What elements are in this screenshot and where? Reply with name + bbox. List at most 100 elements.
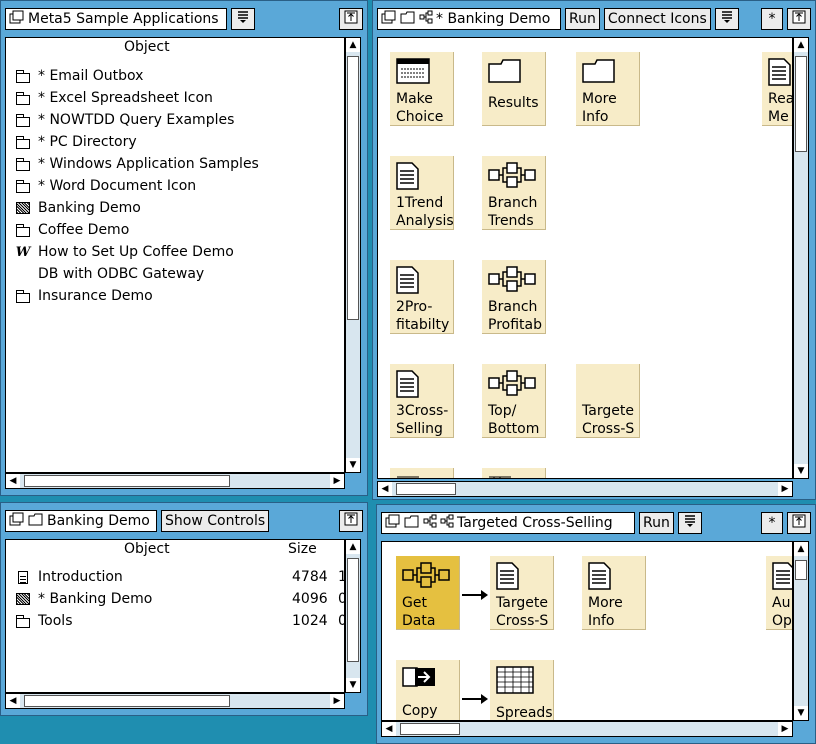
show-controls-button[interactable]: Show Controls	[161, 510, 270, 532]
document-icon	[772, 562, 792, 594]
connector-arrow	[462, 694, 488, 704]
folder-icon	[12, 289, 34, 303]
menu-button[interactable]	[677, 512, 702, 534]
list-item[interactable]: * Windows Application Samples	[12, 153, 259, 175]
column-header-size[interactable]: Size	[288, 541, 317, 557]
scroll-right-arrow-icon[interactable]: ▶	[778, 482, 792, 496]
scroll-thumb[interactable]	[795, 56, 807, 152]
list-item[interactable]: Insurance Demo	[12, 285, 153, 307]
maximize-icon	[344, 512, 358, 530]
tile-make-choice[interactable]: Make Choice	[390, 52, 454, 126]
tile-profitability[interactable]: 2Pro- fitabilty	[390, 260, 454, 334]
tile-branch-profitab[interactable]: Branch Profitab	[482, 260, 546, 334]
tile-more-info[interactable]: More Info	[576, 52, 640, 126]
window-title-box[interactable]: Banking Demo	[5, 510, 157, 532]
tile-spreadsheet[interactable]: Spreads	[490, 660, 554, 720]
vertical-scrollbar[interactable]: ▲ ▼	[345, 37, 361, 473]
scroll-right-arrow-icon[interactable]: ▶	[778, 722, 792, 736]
tile-branch-trends[interactable]: Branch Trends	[482, 156, 546, 230]
scroll-thumb[interactable]	[347, 558, 359, 662]
connect-icons-button[interactable]: Connect Icons	[603, 8, 711, 30]
vertical-scrollbar[interactable]: ▲ ▼	[793, 37, 809, 479]
scroll-down-arrow-icon[interactable]: ▼	[346, 458, 360, 472]
asterisk-button[interactable]: *	[761, 512, 783, 534]
scroll-down-arrow-icon[interactable]: ▼	[794, 464, 808, 478]
scroll-left-arrow-icon[interactable]: ◀	[6, 694, 20, 708]
scroll-right-arrow-icon[interactable]: ▶	[330, 474, 344, 488]
window-title-box[interactable]: Targeted Cross-Selling	[381, 512, 635, 534]
document-icon	[396, 162, 420, 194]
scroll-thumb[interactable]	[24, 695, 230, 707]
scroll-thumb[interactable]	[795, 560, 807, 580]
run-button[interactable]: Run	[565, 8, 600, 30]
column-header-object[interactable]: Object	[124, 541, 170, 557]
column-header-object[interactable]: Object	[124, 39, 170, 55]
scroll-up-arrow-icon[interactable]: ▲	[346, 38, 360, 52]
list-item[interactable]: * Email Outbox	[12, 65, 143, 87]
titlebar: Targeted Cross-Selling Run *	[381, 509, 811, 537]
tile-more-info[interactable]: More Info	[582, 556, 646, 630]
tile-partial[interactable]	[390, 468, 454, 478]
list-item[interactable]: W How to Set Up Coffee Demo	[12, 241, 234, 263]
window-menu-icon[interactable]	[381, 10, 397, 28]
scroll-down-arrow-icon[interactable]: ▼	[346, 678, 360, 692]
list-item[interactable]: * PC Directory	[12, 131, 137, 153]
tile-get-data[interactable]: Get Data	[396, 556, 460, 630]
icon-canvas: Get Data Targete Cross-S More Info Au Op…	[381, 541, 793, 721]
tile-auto[interactable]: Au Op	[766, 556, 792, 630]
maximize-button[interactable]	[339, 510, 363, 532]
horizontal-scrollbar[interactable]: ◀ ▶	[381, 721, 793, 737]
window-title-box[interactable]: * Banking Demo	[377, 8, 561, 30]
tile-results[interactable]: Results	[482, 52, 546, 126]
table-row[interactable]: Introduction 4784 1(	[12, 566, 344, 588]
list-item-continuation[interactable]: DB with ODBC Gateway	[12, 263, 204, 285]
list-item[interactable]: * NOWTDD Query Examples	[12, 109, 234, 131]
list-item[interactable]: * Excel Spreadsheet Icon	[12, 87, 213, 109]
scroll-thumb[interactable]	[400, 723, 460, 735]
scroll-left-arrow-icon[interactable]: ◀	[382, 722, 396, 736]
tile-cross-selling[interactable]: 3Cross- Selling	[390, 364, 454, 438]
scroll-down-arrow-icon[interactable]: ▼	[794, 706, 808, 720]
tile-read-me[interactable]: Read Me	[762, 52, 792, 126]
maximize-button[interactable]	[787, 512, 811, 534]
scroll-thumb[interactable]	[396, 483, 456, 495]
maximize-icon	[792, 10, 806, 28]
list-item[interactable]: Banking Demo	[12, 197, 141, 219]
scroll-left-arrow-icon[interactable]: ◀	[6, 474, 20, 488]
scroll-right-arrow-icon[interactable]: ▶	[330, 694, 344, 708]
horizontal-scrollbar[interactable]: ◀ ▶	[5, 693, 345, 709]
menu-button[interactable]	[714, 8, 739, 30]
tile-top-bottom[interactable]: Top/ Bottom	[482, 364, 546, 438]
workflow-icon	[423, 514, 437, 532]
folder-icon	[12, 113, 34, 127]
scroll-up-arrow-icon[interactable]: ▲	[346, 540, 360, 554]
horizontal-scrollbar[interactable]: ◀ ▶	[5, 473, 345, 489]
scroll-up-arrow-icon[interactable]: ▲	[794, 542, 808, 556]
tile-copy[interactable]: Copy	[396, 660, 460, 720]
scroll-left-arrow-icon[interactable]: ◀	[378, 482, 392, 496]
window-menu-icon[interactable]	[385, 514, 401, 532]
asterisk-button[interactable]: *	[761, 8, 783, 30]
tile-partial[interactable]	[482, 468, 546, 478]
run-button[interactable]: Run	[639, 512, 674, 534]
menu-button[interactable]	[231, 8, 255, 30]
vertical-scrollbar[interactable]: ▲ ▼	[345, 539, 361, 693]
window-title-box[interactable]: Meta5 Sample Applications	[5, 8, 227, 30]
tile-trend-analysis[interactable]: 1Trend Analysis	[390, 156, 454, 230]
scroll-thumb[interactable]	[24, 475, 230, 487]
list-item[interactable]: * Word Document Icon	[12, 175, 196, 197]
maximize-button[interactable]	[787, 8, 811, 30]
maximize-button[interactable]	[339, 8, 363, 30]
tile-targeted-cross-selling[interactable]: Targete Cross-S	[576, 364, 640, 438]
scroll-thumb[interactable]	[347, 56, 359, 320]
vertical-scrollbar[interactable]: ▲ ▼	[793, 541, 809, 721]
table-row[interactable]: * Banking Demo 4096 0	[12, 588, 344, 610]
folder-icon	[12, 179, 34, 193]
horizontal-scrollbar[interactable]: ◀ ▶	[377, 481, 793, 497]
list-item[interactable]: Coffee Demo	[12, 219, 129, 241]
scroll-up-arrow-icon[interactable]: ▲	[794, 38, 808, 52]
window-menu-icon[interactable]	[9, 512, 25, 530]
window-menu-icon[interactable]	[9, 10, 25, 28]
table-row[interactable]: Tools 1024 0	[12, 610, 344, 632]
tile-targeted-cross-selling[interactable]: Targete Cross-S	[490, 556, 554, 630]
